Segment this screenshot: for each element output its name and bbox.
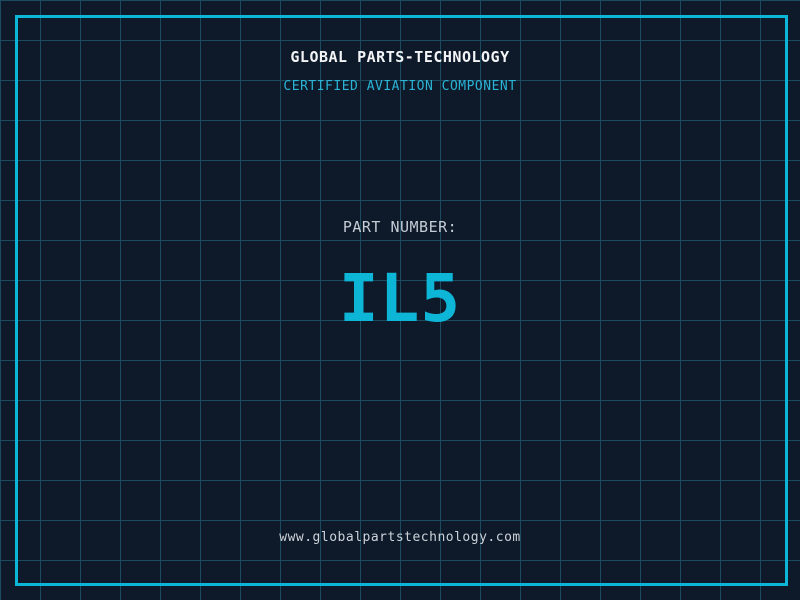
part-number-label: PART NUMBER: bbox=[342, 218, 458, 236]
company-name: GLOBAL PARTS-TECHNOLOGY bbox=[290, 48, 510, 66]
blueprint-page: { "header": { "company": "GLOBAL PARTS-T… bbox=[0, 0, 800, 600]
part-number-value: IL5 bbox=[338, 260, 462, 337]
certification-subtitle: CERTIFIED AVIATION COMPONENT bbox=[283, 79, 517, 94]
website-url: www.globalpartstechnology.com bbox=[279, 530, 521, 545]
